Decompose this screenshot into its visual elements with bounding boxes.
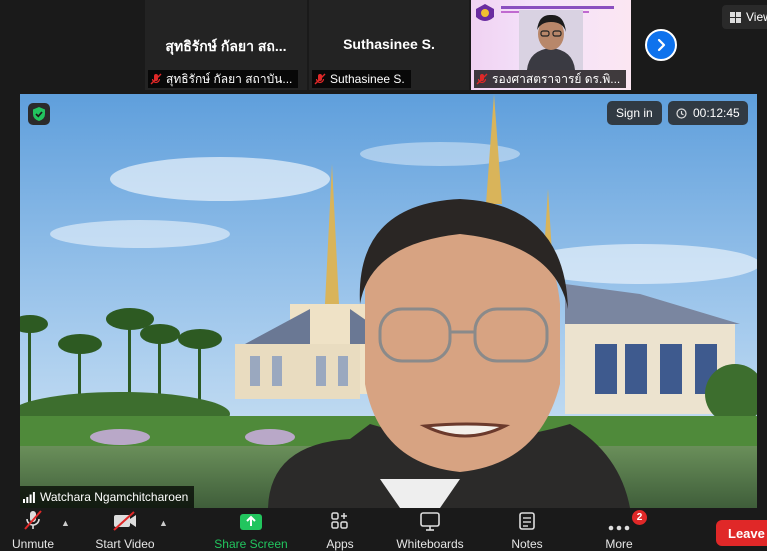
participant-caption: สุทธิรักษ์ กัลยา สถาบัน... bbox=[148, 70, 299, 88]
speaker-name-label: Watchara Ngamchitcharoen bbox=[20, 486, 195, 508]
more-notification-badge: 2 bbox=[632, 510, 647, 525]
participant-tile[interactable]: Suthasinee S. Suthasinee S. bbox=[309, 0, 469, 90]
notes-icon bbox=[519, 512, 535, 530]
shield-check-icon bbox=[33, 107, 45, 121]
active-speaker-video[interactable]: Sign in 00:12:45 Watchara Ngamchitcharoe… bbox=[20, 94, 757, 508]
whiteboards-label: Whiteboards bbox=[396, 537, 464, 551]
view-button[interactable]: View bbox=[722, 5, 767, 29]
mic-muted-icon bbox=[150, 73, 162, 85]
whiteboards-button[interactable]: Whiteboards bbox=[391, 508, 469, 551]
video-off-icon bbox=[113, 511, 136, 531]
timer-text: 00:12:45 bbox=[693, 106, 740, 120]
share-screen-label: Share Screen bbox=[214, 537, 288, 551]
more-dots-icon bbox=[608, 525, 630, 531]
leave-button[interactable]: Leave bbox=[716, 520, 767, 546]
clock-icon bbox=[676, 107, 687, 119]
participant-tile[interactable]: สุทธิรักษ์ กัลยา สถ... สุทธิรักษ์ กัลยา … bbox=[145, 0, 307, 90]
meeting-timer: 00:12:45 bbox=[668, 101, 748, 125]
virtual-background-temple bbox=[20, 94, 757, 508]
apps-icon bbox=[331, 512, 348, 529]
participant-caption-text: รองศาสตราจารย์ ดร.พิ... bbox=[492, 71, 621, 86]
sign-in-button[interactable]: Sign in bbox=[607, 101, 662, 125]
notes-label: Notes bbox=[511, 537, 543, 551]
participant-caption-text: สุทธิรักษ์ กัลยา สถาบัน... bbox=[166, 71, 293, 86]
encryption-shield-button[interactable] bbox=[28, 103, 50, 125]
start-video-button[interactable]: Start Video bbox=[92, 508, 158, 551]
speaker-name-text: Watchara Ngamchitcharoen bbox=[40, 490, 189, 504]
chevron-right-icon bbox=[657, 38, 666, 52]
mic-muted-icon bbox=[24, 510, 42, 530]
university-logo-icon bbox=[476, 4, 494, 21]
participant-caption-text: Suthasinee S. bbox=[330, 72, 405, 86]
participant-name: Suthasinee S. bbox=[343, 36, 435, 52]
next-page-button[interactable] bbox=[645, 29, 677, 61]
start-video-label: Start Video bbox=[95, 537, 155, 551]
unmute-label: Unmute bbox=[11, 537, 55, 551]
signal-bars-icon bbox=[23, 491, 35, 503]
participant-video-person bbox=[519, 10, 583, 70]
mic-muted-icon bbox=[476, 73, 488, 85]
participant-strip: สุทธิรักษ์ กัลยา สถ... สุทธิรักษ์ กัลยา … bbox=[0, 0, 767, 92]
video-options-caret-icon[interactable]: ▲ bbox=[159, 518, 168, 528]
meeting-toolbar: Unmute ▲ Start Video ▲ Share Screen Apps… bbox=[0, 508, 767, 551]
apps-button[interactable]: Apps bbox=[322, 508, 358, 551]
share-screen-icon bbox=[240, 514, 262, 530]
view-button-label: View bbox=[746, 10, 767, 24]
participant-caption: รองศาสตราจารย์ ดร.พิ... bbox=[474, 70, 627, 88]
mic-muted-icon bbox=[314, 73, 326, 85]
zoom-meeting-window: สุทธิรักษ์ กัลยา สถ... สุทธิรักษ์ กัลยา … bbox=[0, 0, 767, 551]
participant-caption: Suthasinee S. bbox=[312, 70, 411, 88]
more-label: More bbox=[605, 537, 633, 551]
apps-label: Apps bbox=[326, 537, 354, 551]
participant-video-tile[interactable]: รองศาสตราจารย์ ดร.พิ... bbox=[471, 0, 631, 90]
unmute-button[interactable]: Unmute bbox=[8, 508, 58, 551]
whiteboard-icon bbox=[420, 512, 440, 531]
participant-name: สุทธิรักษ์ กัลยา สถ... bbox=[165, 38, 287, 54]
share-screen-button[interactable]: Share Screen bbox=[212, 508, 290, 551]
notes-button[interactable]: Notes bbox=[505, 508, 549, 551]
audio-options-caret-icon[interactable]: ▲ bbox=[61, 518, 70, 528]
grid-icon bbox=[730, 11, 741, 23]
